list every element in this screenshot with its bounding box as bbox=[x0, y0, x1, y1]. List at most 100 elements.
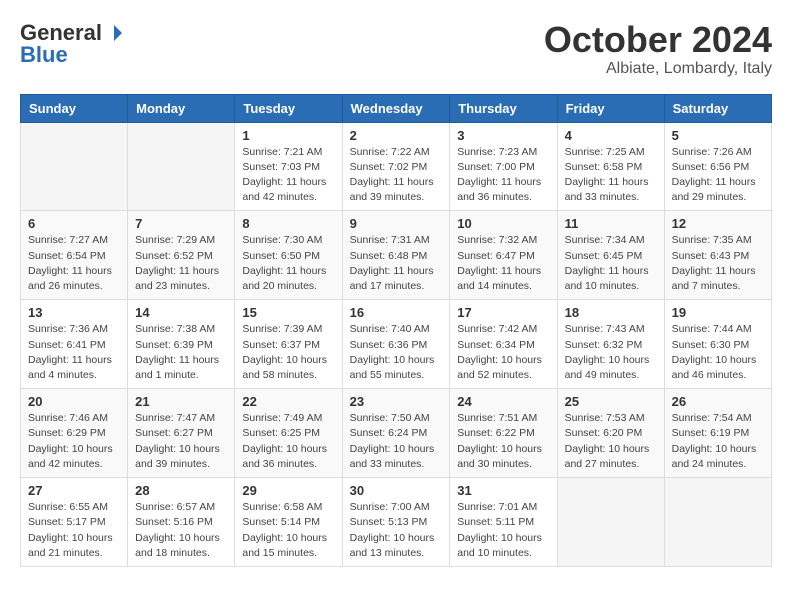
table-row: 22 Sunrise: 7:49 AM Sunset: 6:25 PM Dayli… bbox=[235, 389, 342, 478]
table-row: 13 Sunrise: 7:36 AM Sunset: 6:41 PM Dayli… bbox=[21, 300, 128, 389]
header-row: Sunday Monday Tuesday Wednesday Thursday… bbox=[21, 94, 772, 122]
day-number: 21 bbox=[135, 394, 227, 409]
day-info: Sunrise: 7:43 AM Sunset: 6:32 PM Dayligh… bbox=[565, 322, 657, 383]
day-number: 18 bbox=[565, 305, 657, 320]
table-row: 12 Sunrise: 7:35 AM Sunset: 6:43 PM Dayli… bbox=[664, 211, 771, 300]
calendar-week-2: 6Sunrise: 7:27 AM Sunset: 6:54 PM Daylig… bbox=[21, 211, 772, 300]
table-row: 11 Sunrise: 7:34 AM Sunset: 6:45 PM Dayli… bbox=[557, 211, 664, 300]
table-row bbox=[557, 478, 664, 567]
table-row: 23Sunrise: 7:50 AM Sunset: 6:24 PM Dayli… bbox=[342, 389, 450, 478]
day-info: Sunrise: 7:36 AM Sunset: 6:41 PM Dayligh… bbox=[28, 322, 120, 383]
day-info: Sunrise: 7:42 AM Sunset: 6:34 PM Dayligh… bbox=[457, 322, 549, 383]
day-info: Sunrise: 7:44 AM Sunset: 6:30 PM Dayligh… bbox=[672, 322, 764, 383]
day-info: Sunrise: 7:53 AM Sunset: 6:20 PM Dayligh… bbox=[565, 411, 657, 472]
col-tuesday: Tuesday bbox=[235, 94, 342, 122]
day-number: 23 bbox=[350, 394, 443, 409]
day-number: 28 bbox=[135, 483, 227, 498]
day-info: Sunrise: 7:26 AM Sunset: 6:56 PM Dayligh… bbox=[672, 145, 764, 206]
col-wednesday: Wednesday bbox=[342, 94, 450, 122]
calendar-header: Sunday Monday Tuesday Wednesday Thursday… bbox=[21, 94, 772, 122]
calendar-body: 1 Sunrise: 7:21 AM Sunset: 7:03 PM Daylig… bbox=[21, 122, 772, 566]
table-row: 17Sunrise: 7:42 AM Sunset: 6:34 PM Dayli… bbox=[450, 300, 557, 389]
day-number: 30 bbox=[350, 483, 443, 498]
day-info: Sunrise: 7:39 AM Sunset: 6:37 PM Dayligh… bbox=[242, 322, 334, 383]
day-number: 26 bbox=[672, 394, 764, 409]
day-info: Sunrise: 7:31 AM Sunset: 6:48 PM Dayligh… bbox=[350, 233, 443, 294]
day-number: 16 bbox=[350, 305, 443, 320]
table-row: 4 Sunrise: 7:25 AM Sunset: 6:58 PM Daylig… bbox=[557, 122, 664, 211]
table-row: 10Sunrise: 7:32 AM Sunset: 6:47 PM Dayli… bbox=[450, 211, 557, 300]
title-block: October 2024 Albiate, Lombardy, Italy bbox=[544, 20, 772, 78]
day-number: 12 bbox=[672, 216, 764, 231]
day-number: 20 bbox=[28, 394, 120, 409]
table-row: 20 Sunrise: 7:46 AM Sunset: 6:29 PM Dayli… bbox=[21, 389, 128, 478]
table-row: 5 Sunrise: 7:26 AM Sunset: 6:56 PM Daylig… bbox=[664, 122, 771, 211]
table-row: 16 Sunrise: 7:40 AM Sunset: 6:36 PM Dayli… bbox=[342, 300, 450, 389]
day-number: 2 bbox=[350, 128, 443, 143]
table-row: 29 Sunrise: 6:58 AM Sunset: 5:14 PM Dayli… bbox=[235, 478, 342, 567]
table-row bbox=[128, 122, 235, 211]
day-info: Sunrise: 7:25 AM Sunset: 6:58 PM Dayligh… bbox=[565, 145, 657, 206]
table-row: 15 Sunrise: 7:39 AM Sunset: 6:37 PM Dayli… bbox=[235, 300, 342, 389]
calendar-week-1: 1 Sunrise: 7:21 AM Sunset: 7:03 PM Daylig… bbox=[21, 122, 772, 211]
day-number: 9 bbox=[350, 216, 443, 231]
table-row: 2 Sunrise: 7:22 AM Sunset: 7:02 PM Daylig… bbox=[342, 122, 450, 211]
table-row: 26Sunrise: 7:54 AM Sunset: 6:19 PM Dayli… bbox=[664, 389, 771, 478]
table-row: 14Sunrise: 7:38 AM Sunset: 6:39 PM Dayli… bbox=[128, 300, 235, 389]
logo: General Blue bbox=[20, 20, 124, 68]
day-info: Sunrise: 7:32 AM Sunset: 6:47 PM Dayligh… bbox=[457, 233, 549, 294]
day-number: 1 bbox=[242, 128, 334, 143]
table-row: 30Sunrise: 7:00 AM Sunset: 5:13 PM Dayli… bbox=[342, 478, 450, 567]
col-friday: Friday bbox=[557, 94, 664, 122]
table-row: 25Sunrise: 7:53 AM Sunset: 6:20 PM Dayli… bbox=[557, 389, 664, 478]
day-number: 19 bbox=[672, 305, 764, 320]
table-row: 19 Sunrise: 7:44 AM Sunset: 6:30 PM Dayli… bbox=[664, 300, 771, 389]
day-number: 11 bbox=[565, 216, 657, 231]
day-info: Sunrise: 7:27 AM Sunset: 6:54 PM Dayligh… bbox=[28, 233, 120, 294]
day-number: 15 bbox=[242, 305, 334, 320]
day-number: 8 bbox=[242, 216, 334, 231]
day-info: Sunrise: 7:46 AM Sunset: 6:29 PM Dayligh… bbox=[28, 411, 120, 472]
day-number: 27 bbox=[28, 483, 120, 498]
col-monday: Monday bbox=[128, 94, 235, 122]
day-info: Sunrise: 7:30 AM Sunset: 6:50 PM Dayligh… bbox=[242, 233, 334, 294]
day-number: 31 bbox=[457, 483, 549, 498]
table-row: 7Sunrise: 7:29 AM Sunset: 6:52 PM Daylig… bbox=[128, 211, 235, 300]
calendar-week-3: 13 Sunrise: 7:36 AM Sunset: 6:41 PM Dayli… bbox=[21, 300, 772, 389]
col-sunday: Sunday bbox=[21, 94, 128, 122]
day-info: Sunrise: 6:58 AM Sunset: 5:14 PM Dayligh… bbox=[242, 500, 334, 561]
table-row: 1 Sunrise: 7:21 AM Sunset: 7:03 PM Daylig… bbox=[235, 122, 342, 211]
day-number: 24 bbox=[457, 394, 549, 409]
day-info: Sunrise: 7:47 AM Sunset: 6:27 PM Dayligh… bbox=[135, 411, 227, 472]
day-info: Sunrise: 7:34 AM Sunset: 6:45 PM Dayligh… bbox=[565, 233, 657, 294]
logo-icon bbox=[104, 23, 124, 43]
day-info: Sunrise: 6:57 AM Sunset: 5:16 PM Dayligh… bbox=[135, 500, 227, 561]
day-info: Sunrise: 7:22 AM Sunset: 7:02 PM Dayligh… bbox=[350, 145, 443, 206]
calendar-week-4: 20 Sunrise: 7:46 AM Sunset: 6:29 PM Dayli… bbox=[21, 389, 772, 478]
day-info: Sunrise: 7:35 AM Sunset: 6:43 PM Dayligh… bbox=[672, 233, 764, 294]
calendar-table: Sunday Monday Tuesday Wednesday Thursday… bbox=[20, 94, 772, 567]
table-row bbox=[664, 478, 771, 567]
day-number: 3 bbox=[457, 128, 549, 143]
day-info: Sunrise: 6:55 AM Sunset: 5:17 PM Dayligh… bbox=[28, 500, 120, 561]
table-row: 24Sunrise: 7:51 AM Sunset: 6:22 PM Dayli… bbox=[450, 389, 557, 478]
day-number: 4 bbox=[565, 128, 657, 143]
table-row: 27 Sunrise: 6:55 AM Sunset: 5:17 PM Dayli… bbox=[21, 478, 128, 567]
day-info: Sunrise: 7:23 AM Sunset: 7:00 PM Dayligh… bbox=[457, 145, 549, 206]
logo-blue-text: Blue bbox=[20, 42, 68, 68]
day-info: Sunrise: 7:21 AM Sunset: 7:03 PM Dayligh… bbox=[242, 145, 334, 206]
page-header: General Blue October 2024 Albiate, Lomba… bbox=[20, 20, 772, 78]
day-number: 29 bbox=[242, 483, 334, 498]
day-info: Sunrise: 7:40 AM Sunset: 6:36 PM Dayligh… bbox=[350, 322, 443, 383]
table-row: 21 Sunrise: 7:47 AM Sunset: 6:27 PM Dayli… bbox=[128, 389, 235, 478]
day-number: 5 bbox=[672, 128, 764, 143]
month-title: October 2024 bbox=[544, 20, 772, 60]
table-row: 31Sunrise: 7:01 AM Sunset: 5:11 PM Dayli… bbox=[450, 478, 557, 567]
table-row: 28 Sunrise: 6:57 AM Sunset: 5:16 PM Dayli… bbox=[128, 478, 235, 567]
day-info: Sunrise: 7:49 AM Sunset: 6:25 PM Dayligh… bbox=[242, 411, 334, 472]
day-number: 7 bbox=[135, 216, 227, 231]
table-row: 18 Sunrise: 7:43 AM Sunset: 6:32 PM Dayli… bbox=[557, 300, 664, 389]
day-number: 14 bbox=[135, 305, 227, 320]
day-number: 13 bbox=[28, 305, 120, 320]
day-number: 22 bbox=[242, 394, 334, 409]
